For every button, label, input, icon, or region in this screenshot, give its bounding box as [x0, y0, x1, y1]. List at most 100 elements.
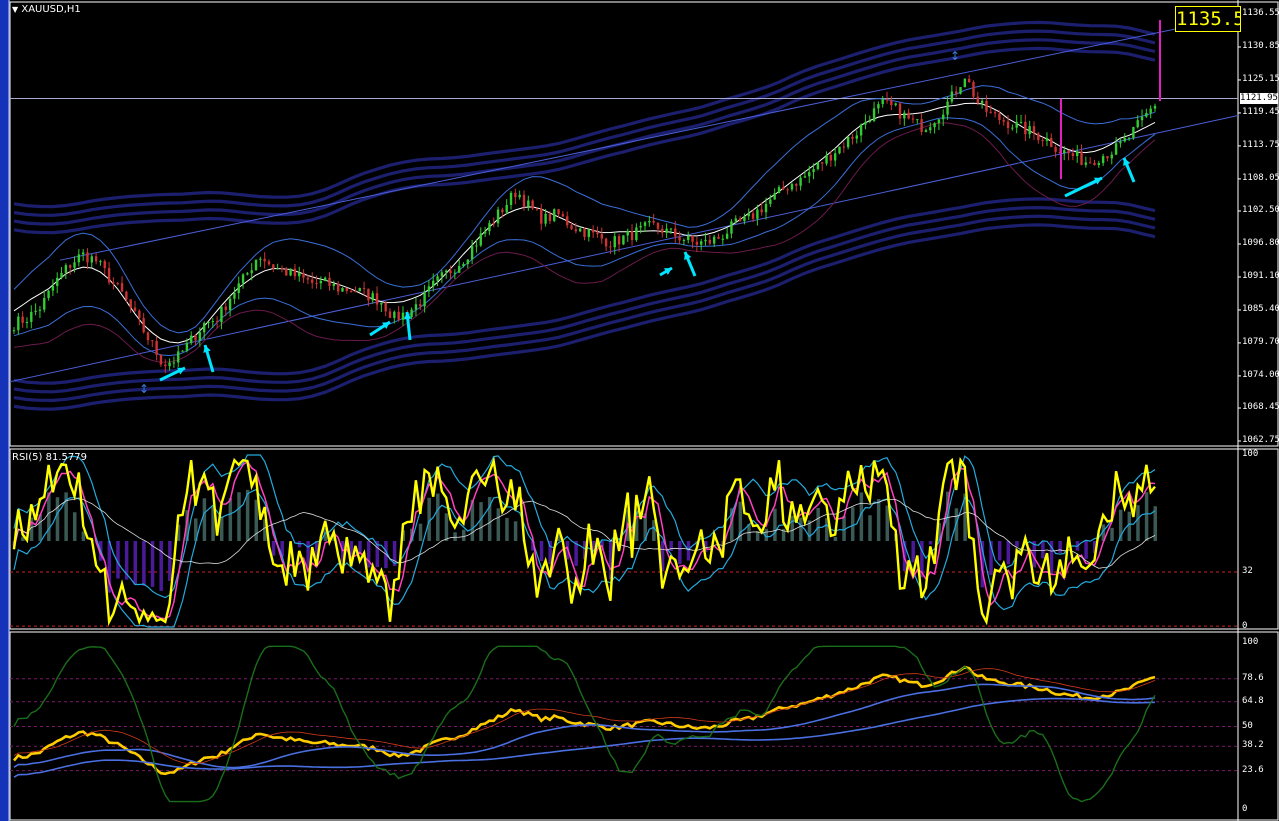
candle-body [215, 321, 219, 323]
rsi-histogram-bar [505, 517, 509, 541]
candle-body [998, 113, 1001, 121]
candle-body [963, 78, 967, 88]
candle-body [241, 274, 245, 284]
candle-body [721, 238, 725, 240]
candle-body [937, 119, 941, 124]
candle-body [959, 87, 962, 94]
chart-canvas: ↕↕ [9, 0, 1279, 821]
candle-body [220, 306, 223, 323]
candle-body [332, 283, 336, 286]
candle-body [228, 298, 232, 311]
candle-body [756, 209, 759, 219]
price-tick-label: 1125.15 [1242, 73, 1279, 84]
oscillator-tick-label: 38.2 [1242, 740, 1264, 751]
lower-envelope-line [13, 197, 1156, 385]
rsi-histogram-bar [1084, 541, 1088, 559]
oscillator-tick-label: 78.6 [1242, 672, 1264, 683]
candle-body [1024, 121, 1027, 135]
candle-body [596, 232, 599, 235]
rsi-histogram-bar [150, 541, 155, 587]
candle-body [509, 192, 513, 205]
candle-body [929, 127, 932, 131]
rsi-histogram-bar [539, 541, 544, 562]
rsi-histogram-bar [686, 541, 691, 561]
candle-body [1045, 137, 1049, 141]
candle-body [51, 285, 55, 291]
candle-body [1140, 116, 1144, 121]
candle-body [146, 332, 150, 341]
candle-body [894, 103, 897, 106]
candle-body [760, 209, 763, 213]
candle-body [427, 286, 431, 292]
candle-body [587, 229, 591, 237]
candle-body [1015, 122, 1018, 128]
rsi-histogram-bar [799, 517, 803, 541]
candle-body [336, 283, 340, 292]
candle-body [851, 136, 854, 139]
candle-body [613, 236, 616, 248]
candle-body [94, 256, 98, 262]
oscillator-pane-border [9, 631, 1279, 821]
candle-body [846, 136, 850, 148]
candle-body [825, 154, 828, 164]
candle-body [129, 299, 132, 308]
candle-body [367, 288, 370, 301]
candle-body [99, 261, 102, 263]
candle-body [1019, 121, 1023, 123]
candle-body [276, 267, 279, 269]
candle-body [505, 204, 508, 213]
candle-body [1153, 105, 1157, 109]
candle-body [799, 177, 802, 186]
rsi-histogram-bar [1144, 492, 1149, 541]
candle-body [1080, 151, 1083, 165]
candle-body [717, 236, 720, 239]
candle-body [553, 209, 556, 222]
candle-body [358, 287, 361, 292]
rsi-histogram-bar [168, 541, 172, 581]
rsi-histogram-bar [885, 505, 890, 541]
candle-body [302, 272, 305, 278]
candle-body [401, 312, 405, 320]
candle-body [263, 258, 266, 262]
candle-body [1145, 112, 1148, 117]
candle-body [475, 245, 478, 247]
candle-body [1132, 127, 1135, 138]
candle-body [12, 330, 16, 332]
candle-body [86, 252, 89, 263]
candle-body [699, 241, 703, 245]
last-price-box: 1135.5 [1175, 6, 1241, 32]
candle-body [1032, 126, 1036, 134]
rsi-signal-line [13, 460, 1156, 620]
candle-body [877, 104, 880, 109]
candle-body [246, 273, 249, 275]
candle-body [488, 223, 491, 232]
candle-body [315, 282, 318, 284]
candle-body [980, 100, 984, 104]
candle-body [773, 193, 776, 200]
rsi-histogram-bar [73, 512, 77, 541]
price-tick-label: 1062.75 [1242, 435, 1279, 445]
candle-body [942, 114, 945, 120]
candle-body [250, 270, 253, 274]
candle-body [950, 91, 954, 102]
upper-envelope-line [13, 20, 1156, 209]
rsi-histogram-bar [1058, 541, 1062, 553]
candle-body [423, 291, 426, 307]
rsi-histogram-bar [513, 521, 518, 541]
candle-body [782, 187, 785, 190]
candle-body [483, 231, 487, 234]
rsi-title: RSI(5) 81.5779 [12, 452, 87, 463]
candle-body [371, 293, 374, 301]
candle-body [808, 172, 811, 177]
candle-body [916, 119, 919, 121]
dropdown-triangle-icon[interactable]: ▼ [12, 5, 18, 14]
oscillator-green-line [13, 645, 1156, 803]
lower-envelope-line [13, 223, 1156, 411]
candle-body [661, 228, 664, 233]
candle-body [674, 228, 677, 237]
candle-body [1011, 127, 1014, 129]
candle-body [600, 234, 603, 239]
candle-body [1088, 162, 1092, 164]
candle-body [1101, 156, 1105, 164]
candle-body [393, 311, 396, 318]
